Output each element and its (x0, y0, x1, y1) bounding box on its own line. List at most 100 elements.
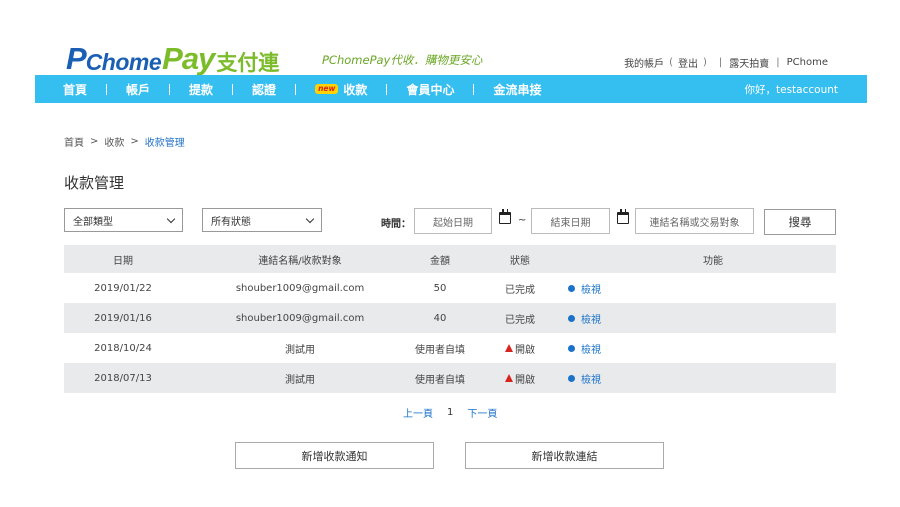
keyword-placeholder: 連結名稱或交易對象 (649, 217, 740, 229)
logo-p: P (66, 41, 87, 76)
logo-chinese: 支付連 (216, 51, 280, 75)
nav-item-collect[interactable]: new 收款 (315, 75, 367, 103)
keyword-input[interactable]: 連結名稱或交易對象 (635, 208, 754, 234)
header-name: 連結名稱/收款對象 (258, 255, 342, 267)
breadcrumb: 首頁 > 收款 > 收款管理 (64, 134, 185, 149)
chevron-down-icon (166, 214, 176, 223)
nav-item-label: 金流串接 (493, 82, 542, 97)
bullet-icon (568, 374, 575, 382)
cell-actions: 檢視 (560, 311, 836, 326)
cell-actions: 檢視 (560, 341, 836, 356)
cell-name: 測試用 (285, 374, 315, 386)
pchome-link[interactable]: PChome (787, 57, 828, 68)
nav-item-account[interactable]: 帳戶 (126, 75, 150, 103)
cell-name: shouber1009@gmail.com (235, 312, 365, 324)
nav-item-label: 首頁 (63, 82, 88, 97)
nav-item-home[interactable]: 首頁 (63, 75, 87, 103)
nav-item-verify[interactable]: 認證 (252, 75, 276, 103)
top-link-separator: | (718, 57, 723, 68)
breadcrumb-current: 收款管理 (144, 138, 185, 149)
cell-amount: 40 (433, 312, 447, 324)
main-nav: 首頁 帳戶 提款 認證 new 收款 會員中心 金流串接 你好，testaccou… (35, 75, 867, 103)
cell-name: shouber1009@gmail.com (235, 282, 365, 294)
bullet-icon (568, 284, 575, 292)
cell-amount: 50 (433, 282, 447, 294)
my-account-link[interactable]: 我的帳戶 (624, 55, 664, 70)
table-row: 2018/07/13 測試用 使用者自填 開啟 檢視 (64, 363, 836, 393)
logo-chome: Chome (85, 49, 162, 75)
nav-item-member-center[interactable]: 會員中心 (406, 75, 454, 103)
nav-separator (386, 83, 388, 95)
cell-status: 已完成 (505, 314, 535, 326)
end-date-placeholder: 結束日期 (550, 217, 591, 229)
ruten-auction-link[interactable]: 露天拍賣 (729, 55, 769, 70)
prev-page-link[interactable]: 上一頁 (403, 405, 433, 420)
nav-separator (169, 83, 171, 95)
paren-close: ) (702, 57, 707, 68)
time-label: 時間： (381, 219, 411, 230)
view-link[interactable]: 檢視 (581, 341, 601, 356)
bullet-icon (568, 314, 575, 322)
new-badge: new (315, 84, 339, 94)
cell-date: 2019/01/16 (94, 312, 152, 324)
nav-item-label: 會員中心 (406, 82, 455, 97)
cell-date: 2019/01/22 (94, 282, 152, 294)
bullet-icon (568, 344, 575, 352)
cell-date: 2018/10/24 (94, 342, 152, 354)
header-actions: 功能 (703, 255, 723, 267)
cell-amount: 使用者自填 (415, 344, 465, 356)
table-row: 2019/01/22 shouber1009@gmail.com 50 已完成 … (64, 273, 836, 303)
header-amount: 金額 (430, 255, 450, 267)
calendar-icon[interactable] (499, 209, 511, 224)
status-text: 開啟 (515, 344, 535, 356)
nav-item-label: 收款 (343, 82, 368, 97)
nav-item-label: 帳戶 (126, 82, 151, 97)
logout-link[interactable]: 登出 (678, 55, 698, 70)
cell-status: 開啟 (480, 371, 560, 386)
nav-separator (106, 83, 108, 95)
breadcrumb-collect[interactable]: 收款 (104, 134, 124, 149)
nav-separator (232, 83, 234, 95)
start-date-input[interactable]: 起始日期 (414, 208, 492, 234)
view-link[interactable]: 檢視 (581, 371, 601, 386)
user-greeting: 你好，testaccount (744, 83, 839, 96)
search-button[interactable]: 搜尋 (764, 209, 836, 235)
next-page-link[interactable]: 下一頁 (467, 405, 497, 420)
pchomepay-logo[interactable]: P Chome Pay 支付連 (66, 34, 279, 74)
nav-separator (473, 83, 475, 95)
top-links: 我的帳戶 ( 登出 ) | 露天拍賣 | PChome (624, 55, 828, 70)
collections-table: 日期 連結名稱/收款對象 金額 狀態 功能 2019/01/22 shouber… (64, 245, 836, 393)
nav-item-label: 提款 (189, 82, 214, 97)
table-row: 2019/01/16 shouber1009@gmail.com 40 已完成 … (64, 303, 836, 333)
new-collection-notice-button[interactable]: 新增收款通知 (235, 442, 434, 469)
warning-icon (505, 344, 513, 352)
status-text: 開啟 (515, 374, 535, 386)
breadcrumb-home[interactable]: 首頁 (64, 134, 84, 149)
cell-actions: 檢視 (560, 281, 836, 296)
cell-name: 測試用 (285, 344, 315, 356)
view-link[interactable]: 檢視 (581, 311, 601, 326)
new-collection-link-button[interactable]: 新增收款連結 (465, 442, 664, 469)
warning-icon (505, 374, 513, 382)
view-link[interactable]: 檢視 (581, 281, 601, 296)
cell-actions: 檢視 (560, 371, 836, 386)
paren-open: ( (669, 57, 673, 68)
cell-date: 2018/07/13 (94, 372, 152, 384)
table-header: 日期 連結名稱/收款對象 金額 狀態 功能 (64, 245, 836, 273)
calendar-icon[interactable] (617, 209, 629, 224)
nav-separator (295, 83, 297, 95)
nav-item-withdraw[interactable]: 提款 (189, 75, 213, 103)
type-select-value: 全部類型 (73, 216, 113, 228)
top-link-separator: | (776, 57, 780, 68)
cell-status: 已完成 (505, 284, 535, 296)
page-title: 收款管理 (64, 174, 125, 192)
end-date-input[interactable]: 結束日期 (531, 208, 610, 234)
logo-pay: Pay (162, 41, 215, 76)
breadcrumb-separator: > (130, 136, 139, 147)
nav-item-payment-api[interactable]: 金流串接 (493, 75, 541, 103)
current-page: 1 (447, 407, 454, 418)
type-select[interactable]: 全部類型 (64, 208, 183, 232)
status-select[interactable]: 所有狀態 (202, 208, 322, 232)
start-date-placeholder: 起始日期 (433, 217, 473, 229)
breadcrumb-separator: > (90, 136, 99, 147)
